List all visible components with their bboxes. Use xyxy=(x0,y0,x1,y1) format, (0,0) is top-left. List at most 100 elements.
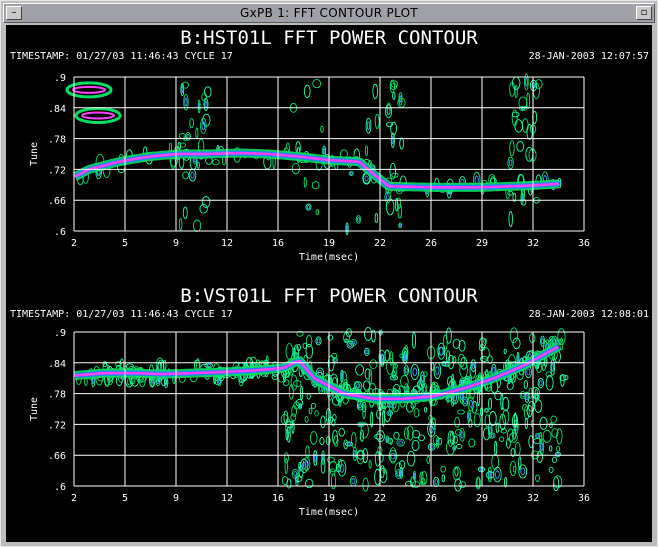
x-tick-label: 32 xyxy=(527,493,539,504)
contour-blob xyxy=(384,104,393,119)
contour-blob xyxy=(468,438,476,448)
contour-blob xyxy=(305,343,314,359)
contour-blob xyxy=(556,428,563,445)
contour-blob xyxy=(312,78,322,89)
y-tick-label: .84 xyxy=(48,104,66,115)
contour-blob xyxy=(399,223,402,227)
contour-blob xyxy=(356,217,361,222)
x-tick-label: 19 xyxy=(323,493,335,504)
y-tick-label: .84 xyxy=(48,359,66,370)
contour-blob xyxy=(516,140,525,152)
contour-blob xyxy=(192,219,202,232)
contour-blob xyxy=(508,211,513,228)
contour-blob xyxy=(458,481,467,489)
contour-blob xyxy=(300,385,304,401)
y-tick-label: .66 xyxy=(48,451,66,462)
contour-blob xyxy=(353,449,357,458)
contour-blob xyxy=(349,475,357,487)
contour-blob xyxy=(190,171,195,179)
x-tick-label: 5 xyxy=(122,493,128,504)
contour-blob xyxy=(441,474,446,483)
contour-blob xyxy=(198,102,201,111)
contour-blob xyxy=(492,366,496,374)
contour-blob xyxy=(548,466,554,474)
contour-blob xyxy=(328,461,338,473)
contour-blob xyxy=(516,355,519,363)
contour-blob xyxy=(526,92,531,110)
contour-blob xyxy=(398,440,403,445)
timestamp-label: TIMESTAMP: 01/27/03 11:46:43 CYCLE 17 xyxy=(10,309,233,320)
y-tick-label: .6 xyxy=(54,482,66,493)
contour-blob xyxy=(493,466,502,483)
contour-blob xyxy=(406,450,416,467)
x-tick-label: 26 xyxy=(425,493,437,504)
contour-blob xyxy=(526,368,531,376)
title-bar[interactable]: – GxPB 1: FFT CONTOUR PLOT ▫ xyxy=(3,3,655,23)
contour-blob xyxy=(490,433,495,438)
contour-blob xyxy=(204,100,208,108)
plot-area-0 xyxy=(65,73,585,236)
contour-blob xyxy=(374,213,379,224)
contour-blob xyxy=(508,159,513,167)
contour-blob xyxy=(423,385,427,394)
contour-blob xyxy=(386,121,394,128)
contour-blob xyxy=(291,162,300,175)
contour-blob xyxy=(460,431,464,439)
contour-blob xyxy=(282,379,290,387)
contour-blob xyxy=(338,427,345,437)
date-label: 28-JAN-2003 12:07:57 xyxy=(529,51,649,62)
contour-blob xyxy=(512,465,517,473)
minimize-icon[interactable]: ▫ xyxy=(636,6,652,20)
x-tick-label: 29 xyxy=(476,238,488,249)
contour-blob xyxy=(454,478,462,492)
contour-blob xyxy=(309,431,318,445)
contour-blob xyxy=(365,117,372,134)
contour-blob xyxy=(330,473,337,490)
contour-blob xyxy=(366,121,371,130)
contour-blob xyxy=(500,393,504,411)
contour-blob xyxy=(457,409,465,415)
contour-blob xyxy=(204,86,212,98)
contour-blob xyxy=(364,327,373,341)
contour-blob xyxy=(193,157,197,163)
contour-blob xyxy=(320,125,324,133)
contour-blob xyxy=(303,176,307,188)
contour-blob xyxy=(509,140,515,157)
contour-blob xyxy=(325,436,331,446)
y-tick-label: .6 xyxy=(54,227,66,238)
contour-blob xyxy=(524,417,528,430)
contour-blob xyxy=(498,436,505,443)
contour-blob xyxy=(315,336,322,346)
plot-area-1 xyxy=(73,327,585,492)
contour-blob xyxy=(396,438,405,447)
contour-blob xyxy=(368,460,372,469)
contour-blob xyxy=(526,123,533,140)
contour-blob xyxy=(477,466,485,473)
contour-blob xyxy=(322,148,326,155)
contour-blob xyxy=(558,180,561,187)
contour-blob xyxy=(551,363,555,372)
contour-blob xyxy=(442,334,448,352)
contour-blob xyxy=(182,206,188,220)
x-tick-label: 9 xyxy=(173,238,179,249)
contour-blob xyxy=(306,205,311,210)
contour-blob xyxy=(479,467,484,472)
contour-blob xyxy=(364,145,369,156)
contour-blob xyxy=(481,347,490,360)
contour-blob xyxy=(412,367,418,377)
contour-blob xyxy=(433,476,440,488)
contour-blob xyxy=(545,374,554,391)
x-tick-label: 36 xyxy=(578,238,590,249)
contour-blob xyxy=(314,410,319,417)
contour-blob xyxy=(410,363,420,380)
x-tick-label: 5 xyxy=(122,238,128,249)
contour-blob xyxy=(372,83,379,100)
contour-blob xyxy=(545,371,552,378)
contour-blob xyxy=(514,84,518,99)
contour-plots: B:HST01L FFT POWER CONTOUR TIMESTAMP: 01/… xyxy=(10,27,649,518)
x-tick-label: 2 xyxy=(71,493,77,504)
contour-blob xyxy=(551,456,558,463)
x-tick-label: 16 xyxy=(272,493,284,504)
contour-blob xyxy=(303,84,311,99)
contour-blob xyxy=(424,407,428,413)
